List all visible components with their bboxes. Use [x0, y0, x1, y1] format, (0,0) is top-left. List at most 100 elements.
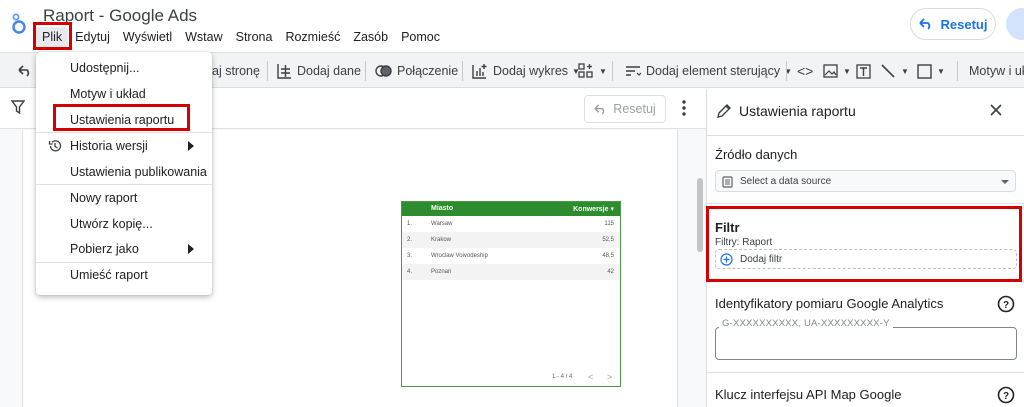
menu-bar: Plik Edytuj Wyświetl Wstaw Strona Rozmie…	[36, 27, 447, 48]
row-city: Wroclaw Voivodeship	[431, 253, 488, 259]
data-source-placeholder: Select a data source	[740, 176, 832, 187]
help-icon[interactable]: ?	[997, 295, 1015, 313]
canvas-reset-button[interactable]: Resetuj	[584, 95, 666, 123]
highlight-box-filter-section	[706, 206, 1022, 282]
chart-add-icon	[472, 64, 487, 79]
reset-button[interactable]: Resetuj	[910, 8, 996, 40]
undo-toolbar-button[interactable]	[18, 53, 37, 89]
toolbar-divider	[786, 61, 787, 81]
help-icon[interactable]: ?	[997, 386, 1015, 404]
row-city: Warsaw	[431, 221, 453, 227]
line-button[interactable]: ▼	[880, 53, 909, 89]
chevron-right-icon	[188, 244, 194, 254]
chevron-right-icon[interactable]: >	[607, 372, 612, 382]
table-chart[interactable]: Miasto Konwersje ▾ 1. Warsaw 115 2. Krak…	[401, 201, 621, 387]
toolbar-divider	[462, 61, 463, 81]
close-icon[interactable]	[989, 103, 1003, 117]
connection-label: Połączenie	[397, 64, 459, 78]
add-control-label: Dodaj element sterujący	[646, 64, 781, 78]
components-icon	[578, 63, 593, 78]
chevron-down-icon: ▼	[599, 66, 607, 76]
row-number: 2.	[407, 237, 413, 243]
row-number: 3.	[407, 253, 413, 259]
menu-item-label: Pobierz jako	[70, 242, 139, 256]
embed-code-button[interactable]: <>	[797, 53, 813, 89]
row-number: 4.	[407, 269, 413, 275]
add-data-icon	[277, 64, 291, 79]
ga-ids-input[interactable]	[715, 327, 1017, 360]
canvas-scrollbar[interactable]	[697, 178, 703, 252]
column-header-conversions[interactable]: Konwersje ▾	[573, 205, 614, 213]
chevron-right-icon	[188, 141, 194, 151]
menu-item-label: Umieść raport	[70, 268, 148, 282]
menu-edit[interactable]: Edytuj	[69, 27, 116, 48]
menu-item-download-as[interactable]: Pobierz jako	[36, 236, 212, 262]
chevron-down-icon: ▼	[901, 66, 909, 76]
menu-item-label: Ustawienia publikowania	[70, 165, 207, 179]
theme-layout-label: Motyw i ukł	[969, 64, 1024, 78]
add-data-button[interactable]: Dodaj dane	[276, 53, 361, 89]
maps-api-key-label: Klucz interfejsu API Map Google	[715, 387, 902, 402]
image-button[interactable]: ▼	[823, 53, 851, 89]
menu-item-label: Udostępnij...	[70, 61, 140, 75]
chevron-left-icon[interactable]: <	[588, 372, 593, 382]
row-value: 42	[607, 269, 614, 275]
toolbar-divider	[365, 61, 366, 81]
add-control-button[interactable]: Dodaj element sterujący ▼	[625, 53, 792, 89]
add-chart-button[interactable]: Dodaj wykres ▼	[472, 53, 580, 89]
connection-button[interactable]: Połączenie	[375, 53, 458, 89]
toolbar-divider	[957, 61, 958, 81]
highlight-box-report-settings	[53, 104, 190, 131]
panel-title: Ustawienia raportu	[739, 103, 856, 119]
data-source-icon	[722, 176, 733, 188]
menu-help[interactable]: Pomoc	[395, 27, 446, 48]
menu-arrange[interactable]: Rozmieść	[279, 27, 346, 48]
menu-item-embed-report[interactable]: Umieść raport	[36, 262, 212, 288]
file-menu: Udostępnij... Motyw i układ Ustawienia r…	[36, 52, 212, 295]
undo-icon	[594, 103, 605, 115]
table-pager-text: 1 - 4 / 4	[552, 374, 573, 380]
menu-item-label: Nowy raport	[70, 191, 138, 205]
highlight-box-file-menu	[33, 22, 72, 50]
panel-header: Ustawienia raportu	[707, 89, 1024, 135]
row-value: 115	[604, 221, 614, 227]
reset-button-label: Resetuj	[940, 16, 988, 32]
ga-ids-placeholder: G-XXXXXXXXXX, UA-XXXXXXXXX-Y	[719, 318, 893, 329]
table-row: 3. Wroclaw Voivodeship 48,5	[402, 248, 620, 264]
menu-view[interactable]: Wyświetl	[117, 27, 178, 48]
menu-item-publish-settings[interactable]: Ustawienia publikowania	[36, 159, 212, 185]
avatar[interactable]	[1006, 8, 1024, 40]
image-icon	[823, 64, 838, 78]
undo-icon	[18, 65, 30, 77]
menu-item-make-copy[interactable]: Utwórz kopię...	[36, 211, 212, 237]
menu-insert[interactable]: Wstaw	[179, 27, 229, 48]
app-header: Raport - Google Ads Plik Edytuj Wyświetl…	[0, 0, 1024, 52]
toolbar-divider	[267, 61, 268, 81]
column-header-city[interactable]: Miasto	[431, 205, 453, 212]
control-icon	[626, 66, 641, 76]
looker-studio-logo-icon	[12, 13, 26, 34]
menu-item-version-history[interactable]: Historia wersji	[36, 133, 212, 159]
text-box-button[interactable]	[856, 53, 876, 89]
theme-layout-button[interactable]: Motyw i ukł	[969, 53, 1024, 89]
more-vert-icon[interactable]	[680, 99, 688, 117]
ga-ids-label: Identyfikatory pomiaru Google Analytics	[715, 296, 944, 311]
svg-text:?: ?	[1003, 300, 1009, 311]
menu-item-share[interactable]: Udostępnij...	[36, 55, 212, 81]
table-header: Miasto Konwersje ▾	[402, 202, 620, 216]
rectangle-icon	[917, 63, 932, 79]
column-header-label: Konwersje	[573, 206, 609, 213]
chevron-down-icon: ▼	[937, 66, 945, 76]
table-row: 4. Poznan 42	[402, 264, 620, 280]
add-data-label: Dodaj dane	[297, 64, 361, 78]
menu-item-new-report[interactable]: Nowy raport	[36, 185, 212, 211]
add-page-button[interactable]: aj stronę	[212, 53, 260, 89]
data-source-select[interactable]: Select a data source	[715, 170, 1016, 192]
filter-icon[interactable]	[11, 100, 25, 114]
shape-button[interactable]: ▼	[917, 53, 945, 89]
line-icon	[881, 64, 895, 78]
menu-page[interactable]: Strona	[230, 27, 279, 48]
data-source-label: Źródło danych	[715, 147, 798, 162]
community-viz-button[interactable]: ▼	[578, 53, 607, 89]
menu-resource[interactable]: Zasób	[347, 27, 394, 48]
